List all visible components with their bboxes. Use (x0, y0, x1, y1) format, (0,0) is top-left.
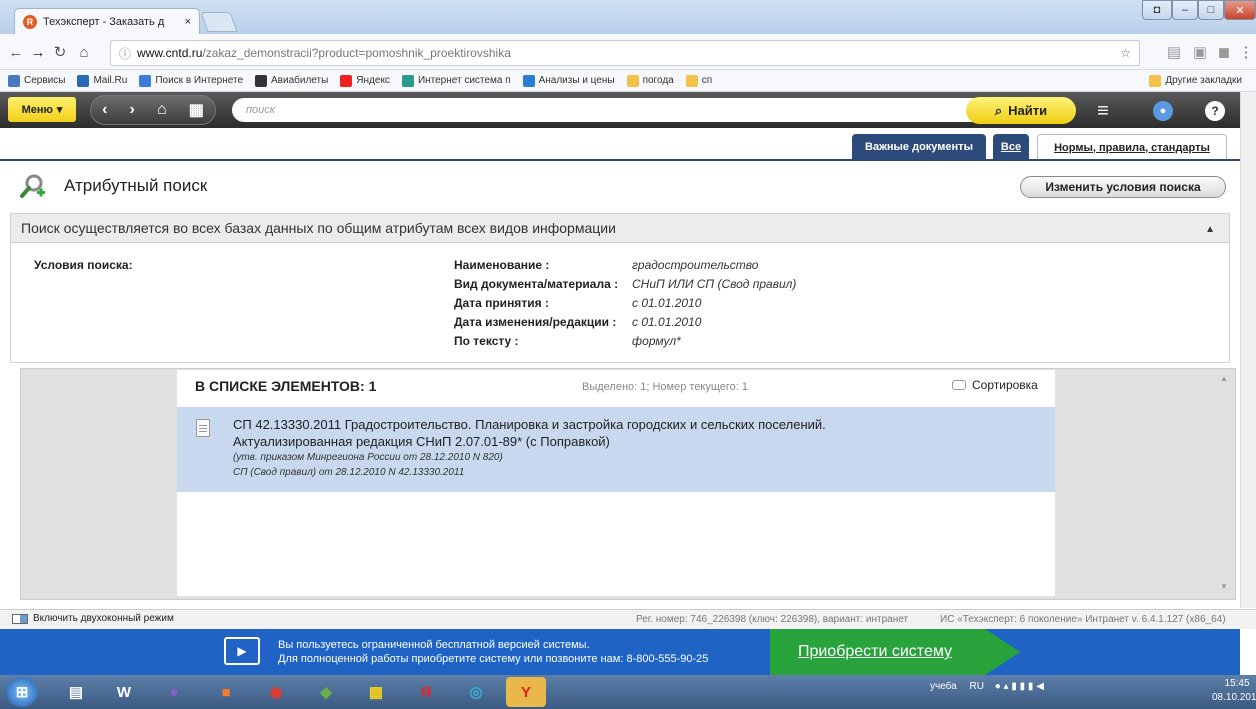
yandex-browser-icon[interactable]: Y (506, 677, 546, 707)
info-bar-text: Поиск осуществляется во всех базах данны… (21, 220, 616, 236)
tab-norms[interactable]: Нормы, правила, стандарты (1037, 134, 1227, 160)
techexpert-favicon-icon: R (23, 14, 37, 29)
tab-underline (0, 159, 1240, 161)
browser-tab[interactable]: R Техэксперт - Заказать д × (14, 8, 200, 34)
bookmark-other[interactable]: Другие закладки (1149, 74, 1242, 87)
find-button[interactable]: ⌕ Найти (966, 97, 1076, 124)
home-icon[interactable]: ⌂ (74, 42, 94, 62)
taskbar-app-icon[interactable]: ▦ (356, 677, 396, 707)
condition-row: Дата изменения/редакции :с 01.01.2010 (454, 315, 702, 329)
browser-menu-icon[interactable]: ⋮ (1236, 42, 1256, 62)
url-input[interactable]: ⓘ www.cntd.ru/zakaz_demonstracii?product… (110, 40, 1140, 66)
help-icon[interactable]: ? (1200, 96, 1230, 126)
window-maximize-button[interactable]: □ (1198, 0, 1224, 20)
attribute-search-icon (20, 174, 45, 198)
search-icon: ⌕ (994, 102, 1003, 118)
back-arrow-icon[interactable]: ← (6, 42, 26, 62)
registration-info: Рег. номер: 746_226398 (ключ: 226398), в… (636, 614, 909, 625)
grid-icon[interactable]: ▦ (189, 100, 204, 120)
back-chevron-icon[interactable]: ‹ (102, 101, 107, 119)
forward-arrow-icon[interactable]: → (28, 42, 48, 62)
extension-icon[interactable]: ▤ (1164, 42, 1184, 62)
document-icon (196, 419, 210, 437)
document-approval: (утв. приказом Минрегиона России от 28.1… (233, 452, 503, 463)
condition-row: Дата принятия :с 01.01.2010 (454, 296, 702, 310)
selection-info: Выделено: 1; Номер текущего: 1 (582, 381, 749, 393)
extension-icon[interactable]: ◼ (1214, 42, 1234, 62)
collapse-triangle-icon[interactable]: ▲ (1205, 224, 1215, 235)
buy-system-button[interactable]: Приобрести систему (770, 629, 1020, 675)
bookmark-search[interactable]: Поиск в Интернете (139, 74, 243, 87)
page-scrollbar[interactable] (1240, 92, 1256, 608)
banner-text: Вы пользуетесь ограниченной бесплатной в… (278, 639, 709, 665)
play-icon[interactable]: ▶ (224, 637, 260, 665)
version-info: ИС «Техэксперт: 6 поколение» Интранет v.… (940, 614, 1226, 625)
tab-all[interactable]: Все (993, 134, 1029, 160)
reload-icon[interactable]: ↻ (50, 42, 70, 62)
bookmark-apps[interactable]: Сервисы (8, 74, 65, 87)
document-title[interactable]: СП 42.13330.2011 Градостроительство. Пла… (233, 416, 933, 450)
sort-icon (952, 380, 966, 390)
taskbar-app-icon[interactable]: W (104, 677, 144, 707)
star-icon[interactable]: ☆ (1120, 46, 1131, 60)
tray-icons[interactable]: ● ▴ ▮ ▮ ▮ ◀ (995, 681, 1044, 692)
page-title: Атрибутный поиск (64, 176, 208, 195)
extension-icon[interactable]: ▣ (1190, 42, 1210, 62)
bookmark-internet-system[interactable]: Интернет система п (401, 74, 511, 87)
window-minimize-button[interactable]: – (1172, 0, 1198, 20)
window-user-icon[interactable]: ◘ (1142, 0, 1172, 20)
chrome-icon[interactable]: ◉ (256, 677, 296, 707)
scroll-up-icon[interactable]: ▲ (1220, 374, 1228, 383)
viber-icon[interactable]: ● (154, 677, 194, 707)
conditions-label: Условия поиска: (34, 258, 133, 272)
chevron-down-icon: ▾ (56, 104, 63, 116)
document-number: СП (Свод правил) от 28.12.2010 N 42.1333… (233, 467, 465, 478)
start-button[interactable]: ⊞ (6, 677, 38, 707)
bookmark-analyses[interactable]: Анализы и цены (522, 74, 615, 87)
menu-button[interactable]: Меню ▾ (8, 97, 76, 122)
results-count: В СПИСКЕ ЭЛЕМЕНТОВ: 1 (195, 378, 377, 394)
window-close-button[interactable]: ✕ (1224, 0, 1256, 20)
nav-group: ‹ › ⌂ ▦ (90, 95, 216, 125)
info-icon: ⓘ (119, 46, 132, 61)
home-icon[interactable]: ⌂ (157, 101, 167, 119)
search-input[interactable]: поиск (232, 98, 992, 122)
taskbar-app-icon[interactable]: ▤ (56, 677, 96, 707)
bookmark-pogoda[interactable]: погода (626, 74, 674, 87)
url-path: /zakaz_demonstracii?product=pomoshnik_pr… (202, 46, 511, 60)
bookmark-yandex[interactable]: Яндекс (340, 74, 390, 87)
condition-row: По тексту : формул* (454, 334, 681, 348)
taskbar-app-icon[interactable]: ◎ (456, 677, 496, 707)
system-tray: учеба RU ● ▴ ▮ ▮ ▮ ◀ (930, 681, 1044, 692)
dual-window-icon (12, 613, 28, 624)
tab-important-docs[interactable]: Важные документы (852, 134, 986, 160)
scroll-down-icon[interactable]: ▼ (1220, 582, 1228, 591)
url-host: www.cntd.ru (137, 46, 203, 60)
forward-chevron-icon[interactable]: › (130, 101, 135, 119)
browser-tab-title: Техэксперт - Заказать д (43, 15, 165, 28)
bookmark-avia[interactable]: Авиабилеты (255, 74, 328, 87)
taskbar-app-icon[interactable]: ■ (206, 677, 246, 707)
condition-row: Вид документа/материала : СНиП ИЛИ СП (Св… (454, 277, 797, 291)
taskbar-app-icon[interactable]: ◆ (306, 677, 346, 707)
hamburger-icon[interactable]: ≡ (1088, 96, 1118, 126)
bookmarks-bar: Сервисы Mail.Ru Поиск в Интернете Авиаби… (0, 70, 1256, 92)
bookmark-sp[interactable]: сп (685, 74, 712, 87)
bookmark-mailru[interactable]: Mail.Ru (77, 74, 127, 87)
yandex-icon[interactable]: Я (406, 677, 446, 707)
tab-close-icon[interactable]: × (185, 16, 191, 28)
info-bar[interactable]: Поиск осуществляется во всех базах данны… (10, 213, 1230, 243)
sort-button[interactable]: Сортировка (952, 378, 1038, 392)
change-conditions-button[interactable]: Изменить условия поиска (1020, 176, 1226, 198)
clock[interactable]: 15:45 08.10.2017 (1212, 677, 1256, 705)
user-icon[interactable]: ● (1148, 96, 1178, 126)
dual-window-toggle[interactable]: Включить двухоконный режим (12, 613, 174, 624)
condition-row: Наименование : градостроительство (454, 258, 759, 272)
